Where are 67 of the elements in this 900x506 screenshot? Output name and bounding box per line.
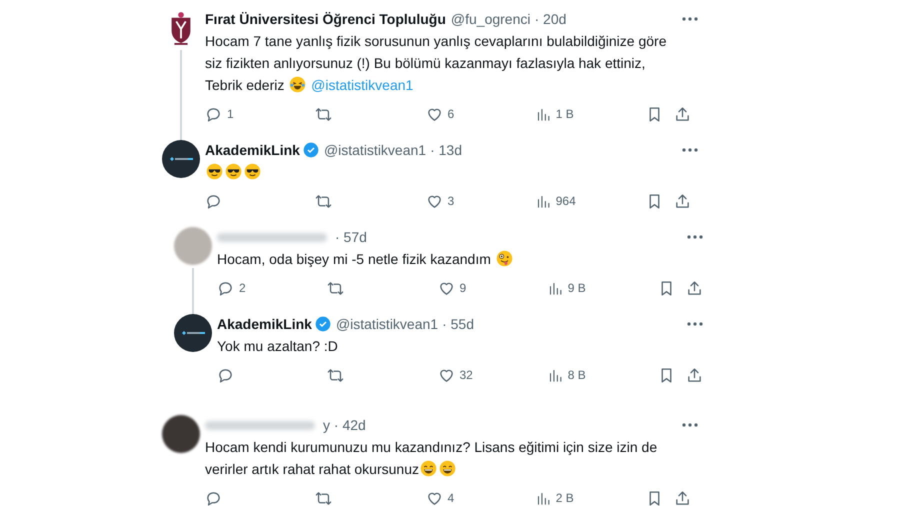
user-handle[interactable]: @istatistikvean1 [324,140,426,160]
share-icon[interactable] [674,106,691,122]
repost-icon[interactable] [327,280,344,296]
display-name[interactable]: AkademikLink [217,314,312,334]
more-options-icon[interactable] [682,17,698,21]
heart-icon[interactable] [426,106,442,122]
post-text: Hocam, oda bişey mi -5 netle fizik kazandım [217,248,695,270]
reply-count: 1 [227,106,234,123]
view-count: 2 B [556,490,574,506]
zany-face-icon [496,250,513,267]
more-options-icon[interactable] [682,423,698,427]
post-text: Hocam 7 tane yanlış fizik sorusunun yanlış cevaplarını bulabildiğinize göre siz fizikten anlıyorsunuz (!) Bu bölümü kazanmayı fazlasıyla hak ettiniz, Tebrik ederiz @istatistikvean1 [205,32,668,95]
user-handle[interactable]: @istatistikvean1 [336,314,438,334]
heart-icon[interactable] [426,192,442,210]
post-time[interactable]: · 55d [442,314,474,334]
like-count: 3 [448,193,454,210]
sunglasses-face-icon [244,163,261,180]
laughing-face-icon [289,76,306,93]
reply-icon[interactable] [205,192,222,210]
grinning-face-icon [420,460,437,477]
heart-icon[interactable] [438,280,454,296]
reply-icon[interactable] [217,280,234,296]
blurred-avatar[interactable] [162,415,200,453]
post-text: Hocam kendi kurumunuzu mu kazandınız? Lisans eğitimi için size izin de verirler artık rahat rahat okursunuz [205,438,658,479]
logo-avatar[interactable] [162,140,200,178]
post-time[interactable]: y · 42d [323,415,366,435]
view-count: 8 B [568,367,586,384]
post-time[interactable]: · 20d [534,9,566,29]
sunglasses-face-icon [225,163,242,180]
user-handle[interactable]: @fu_ogrenci [450,9,530,29]
like-count: 32 [460,367,473,384]
display-name[interactable]: Fırat Üniversitesi Öğrenci Topluluğu [205,9,446,29]
repost-icon[interactable] [315,192,332,210]
reply-icon[interactable] [205,106,222,122]
share-icon[interactable] [674,192,691,210]
post-time[interactable]: · 57d [335,227,367,247]
like-count: 4 [448,490,454,506]
bar-chart-icon[interactable] [536,194,551,208]
view-count: 964 [556,193,576,210]
bar-chart-icon[interactable] [548,368,563,382]
more-options-icon[interactable] [687,322,703,326]
bar-chart-icon[interactable] [536,490,551,506]
more-options-icon[interactable] [682,148,698,152]
more-options-icon[interactable] [687,235,703,239]
heart-icon[interactable] [426,490,442,506]
grinning-face-icon [438,460,456,477]
repost-icon[interactable] [315,490,332,506]
sunglasses-face-icon [206,163,223,180]
heart-icon[interactable] [438,366,454,384]
logo-avatar[interactable] [174,314,212,352]
post-text: Yok mu azaltan? :D [217,337,339,356]
share-icon[interactable] [686,280,703,296]
view-count: 1 B [556,106,574,123]
repost-icon[interactable] [327,366,344,384]
repost-icon[interactable] [315,106,332,122]
bar-chart-icon[interactable] [548,280,563,296]
reply-icon[interactable] [217,366,234,384]
display-name[interactable]: AkademikLink [205,140,300,160]
share-icon[interactable] [674,490,691,506]
share-icon[interactable] [686,366,703,384]
reply-count: 2 [239,280,246,297]
like-count: 9 [460,280,466,297]
view-count: 9 B [568,280,586,297]
bar-chart-icon[interactable] [536,106,551,122]
post-time[interactable]: · 13d [430,140,462,160]
like-count: 6 [448,106,454,123]
reply-icon[interactable] [205,490,222,506]
